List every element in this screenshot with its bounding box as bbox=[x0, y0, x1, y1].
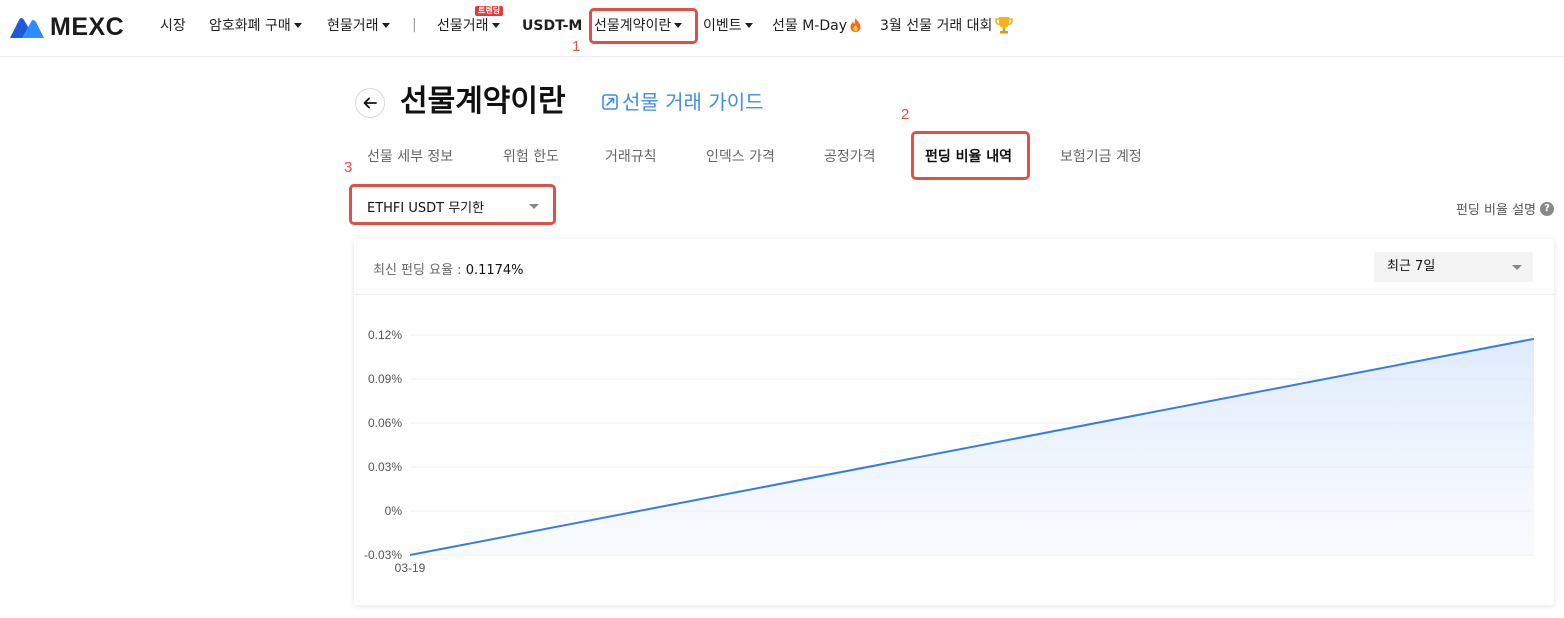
guide-link-label: 선물 거래 가이드 bbox=[622, 90, 764, 114]
y-tick-label: 0.03% bbox=[368, 460, 402, 474]
time-range-value: 최근 7일 bbox=[1387, 259, 1436, 274]
chevron-down-icon bbox=[491, 22, 500, 28]
nav-futures-competition[interactable]: 3월 선물 거래 대회 bbox=[880, 16, 1014, 35]
y-tick-label: 0.12% bbox=[368, 328, 402, 342]
tab-index-price[interactable]: 인덱스 가격 bbox=[706, 148, 775, 166]
mexc-logo[interactable]: MEXC bbox=[10, 12, 125, 41]
latest-funding-rate: 최신 펀딩 요율 : 0.1174% bbox=[373, 259, 524, 278]
latest-rate-label: 최신 펀딩 요율 : bbox=[373, 263, 462, 278]
nav-futures[interactable]: 선물거래 bbox=[437, 17, 500, 35]
funding-help-label: 펀딩 비율 설명 bbox=[1455, 203, 1536, 218]
trophy-icon bbox=[995, 16, 1014, 33]
funding-rate-explanation[interactable]: 펀딩 비율 설명 ? bbox=[1456, 199, 1554, 218]
tab-trading-rules[interactable]: 거래규칙 bbox=[605, 148, 657, 166]
mexc-logo-icon bbox=[10, 18, 44, 38]
tab-risk-limit[interactable]: 위험 한도 bbox=[503, 148, 559, 166]
contract-select[interactable]: ETHFI USDT 무기한 bbox=[354, 190, 550, 222]
y-tick-label: 0% bbox=[385, 504, 403, 518]
nav-futures-mday[interactable]: 선물 M-Day bbox=[772, 17, 861, 35]
brand-name: MEXC bbox=[50, 12, 125, 41]
tab-contract-details[interactable]: 선물 세부 정보 bbox=[367, 148, 453, 166]
chevron-down-icon bbox=[381, 22, 390, 28]
card-header: 최신 펀딩 요율 : 0.1174% 최근 7일 bbox=[354, 239, 1554, 295]
nav-spot[interactable]: 현물거래 bbox=[327, 17, 390, 35]
latest-rate-value: 0.1174% bbox=[465, 263, 524, 278]
arrow-left-icon bbox=[363, 97, 377, 109]
annotation-number-2: 2 bbox=[901, 106, 910, 123]
y-tick-label: 0.06% bbox=[368, 416, 402, 430]
top-navigation: MEXC 시장 암호화폐 구매 현물거래 | 트렌딩 선물거래 USDT-M 선… bbox=[0, 0, 1564, 57]
back-button[interactable] bbox=[355, 88, 385, 118]
annotation-number-3: 3 bbox=[344, 159, 353, 176]
nav-usdt-m[interactable]: USDT-M bbox=[522, 17, 582, 35]
trending-badge: 트렌딩 bbox=[475, 6, 504, 16]
funding-rate-chart: 0.12% 0.09% 0.06% 0.03% 0% -0.03%03-19 bbox=[364, 328, 1535, 575]
chevron-down-icon bbox=[744, 22, 753, 28]
tab-fair-price[interactable]: 공정가격 bbox=[824, 148, 876, 166]
futures-guide-link[interactable]: 선물 거래 가이드 bbox=[602, 89, 764, 115]
chevron-down-icon bbox=[529, 204, 539, 209]
nav-events[interactable]: 이벤트 bbox=[703, 17, 753, 35]
chevron-down-icon bbox=[1512, 265, 1522, 270]
tab-funding-rate-history[interactable]: 펀딩 비율 내역 bbox=[925, 148, 1012, 166]
nav-market[interactable]: 시장 bbox=[160, 17, 186, 35]
guide-icon bbox=[602, 94, 618, 110]
annotation-number-1: 1 bbox=[572, 38, 581, 55]
chevron-down-icon bbox=[293, 22, 302, 28]
y-tick-label: 0.09% bbox=[368, 372, 402, 386]
page-title: 선물계약이란 bbox=[400, 84, 566, 119]
nav-what-is-futures[interactable]: 선물계약이란 bbox=[594, 17, 683, 35]
fire-icon bbox=[850, 17, 861, 32]
time-range-select[interactable]: 최근 7일 bbox=[1374, 252, 1533, 282]
tab-insurance-fund[interactable]: 보험기금 계정 bbox=[1060, 148, 1142, 166]
x-tick-label: 03-19 bbox=[395, 561, 426, 575]
contract-select-value: ETHFI USDT 무기한 bbox=[367, 200, 485, 216]
y-tick-label: -0.03% bbox=[364, 548, 402, 562]
chevron-down-icon bbox=[674, 22, 683, 28]
help-icon: ? bbox=[1540, 201, 1554, 216]
nav-separator: | bbox=[412, 17, 417, 33]
funding-rate-card: 최신 펀딩 요율 : 0.1174% 최근 7일 0.12% 0.09% 0.06%… bbox=[354, 239, 1554, 605]
nav-buy-crypto[interactable]: 암호화폐 구매 bbox=[209, 17, 302, 35]
